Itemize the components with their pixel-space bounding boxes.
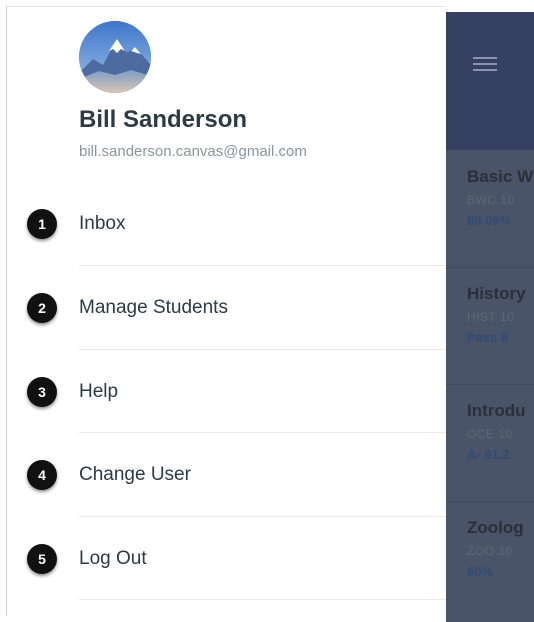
user-email: bill.sanderson.canvas@gmail.com (79, 143, 307, 160)
hamburger-icon[interactable] (473, 57, 497, 71)
course-title: Basic W (467, 167, 534, 186)
mountain-avatar-icon (79, 21, 151, 93)
course-grade: 60% (467, 564, 494, 579)
screenshot-frame: Basic W BWC 10 89.09% History HIST 10 Pa… (0, 0, 534, 622)
course-card-2[interactable]: History HIST 10 Pass 8 (467, 284, 534, 345)
callout-badge: 4 (27, 459, 57, 490)
course-grade: 89.09% (467, 213, 512, 228)
course-title: History (467, 284, 526, 303)
menu-item-label: Manage Students (79, 296, 228, 318)
menu-item-label: Change User (79, 463, 191, 485)
course-divider (446, 501, 534, 502)
navigation-drawer: Bill Sanderson bill.sanderson.canvas@gma… (7, 7, 446, 622)
course-title: Introdu (467, 401, 526, 420)
menu-item-manage-students[interactable]: 2 Manage Students (7, 266, 446, 349)
course-card-3[interactable]: Introdu OCE 10 A- 91.2 (467, 401, 534, 462)
course-code: BWC 10 (467, 193, 515, 207)
menu-item-help[interactable]: 3 Help (7, 350, 446, 433)
course-grade: Pass 8 (467, 330, 509, 345)
callout-badge: 3 (27, 376, 57, 407)
course-grade: A- 91.2 (467, 447, 510, 462)
background-app-overlay[interactable]: Basic W BWC 10 89.09% History HIST 10 Pa… (446, 12, 534, 622)
user-name: Bill Sanderson (79, 106, 248, 133)
course-divider (446, 384, 534, 385)
course-card-1[interactable]: Basic W BWC 10 89.09% (467, 167, 534, 228)
course-code: OCE 10 (467, 427, 513, 441)
callout-badge: 2 (27, 292, 57, 323)
course-code: ZOO 10 (467, 544, 513, 558)
callout-badge: 1 (27, 208, 57, 239)
menu-item-label: Inbox (79, 212, 126, 234)
course-divider (446, 267, 534, 268)
background-navbar (446, 12, 534, 150)
menu-divider (79, 599, 446, 600)
menu-item-log-out[interactable]: 5 Log Out (7, 517, 446, 600)
avatar[interactable] (79, 21, 151, 93)
course-code: HIST 10 (467, 310, 515, 324)
menu-item-change-user[interactable]: 4 Change User (7, 433, 446, 516)
menu-item-label: Log Out (79, 547, 147, 569)
menu-item-inbox[interactable]: 1 Inbox (7, 182, 446, 265)
course-title: Zoolog (467, 518, 524, 537)
callout-badge: 5 (27, 543, 57, 574)
course-card-4[interactable]: Zoolog ZOO 10 60% (467, 518, 534, 579)
menu-item-label: Help (79, 380, 119, 402)
